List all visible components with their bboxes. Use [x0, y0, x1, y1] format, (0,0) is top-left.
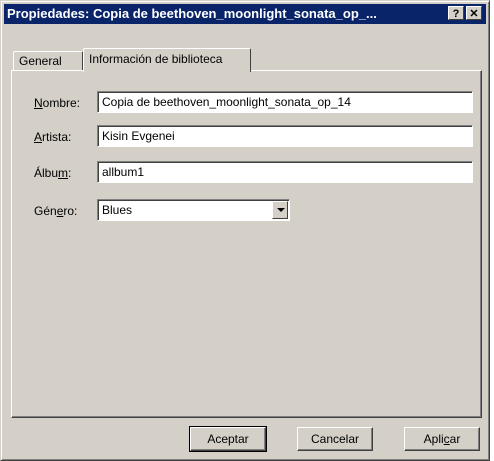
title-bar[interactable]: Propiedades: Copia de beethoven_moonligh… — [4, 4, 486, 24]
ok-button[interactable]: Aceptar — [189, 426, 267, 452]
close-icon: ✕ — [469, 8, 479, 20]
name-input[interactable]: Copia de beethoven_moonlight_sonata_op_1… — [97, 91, 473, 113]
tab-general[interactable]: General — [13, 51, 83, 70]
help-icon: ? — [452, 8, 460, 20]
artist-label: Artista: — [34, 130, 72, 144]
properties-dialog: Propiedades: Copia de beethoven_moonligh… — [0, 0, 490, 461]
tab-general-label: General — [19, 54, 62, 68]
tab-library-info[interactable]: Información de biblioteca — [83, 48, 251, 72]
genre-label: Género: — [34, 204, 78, 218]
window-title: Propiedades: Copia de beethoven_moonligh… — [7, 6, 377, 21]
cancel-button[interactable]: Cancelar — [297, 427, 373, 451]
help-button[interactable]: ? — [448, 6, 464, 20]
album-label: Álbum: — [34, 166, 72, 180]
artist-input[interactable]: Kisin Evgenei — [97, 125, 473, 147]
tab-panel — [11, 70, 482, 418]
name-label: Nombre: — [34, 96, 81, 110]
genre-select[interactable]: Blues — [97, 199, 290, 221]
tab-library-info-label: Información de biblioteca — [89, 52, 223, 66]
apply-button[interactable]: Aplicar — [404, 427, 480, 451]
chevron-down-icon[interactable] — [272, 201, 288, 219]
album-input[interactable]: allbum1 — [97, 161, 473, 183]
close-button[interactable]: ✕ — [466, 6, 482, 20]
